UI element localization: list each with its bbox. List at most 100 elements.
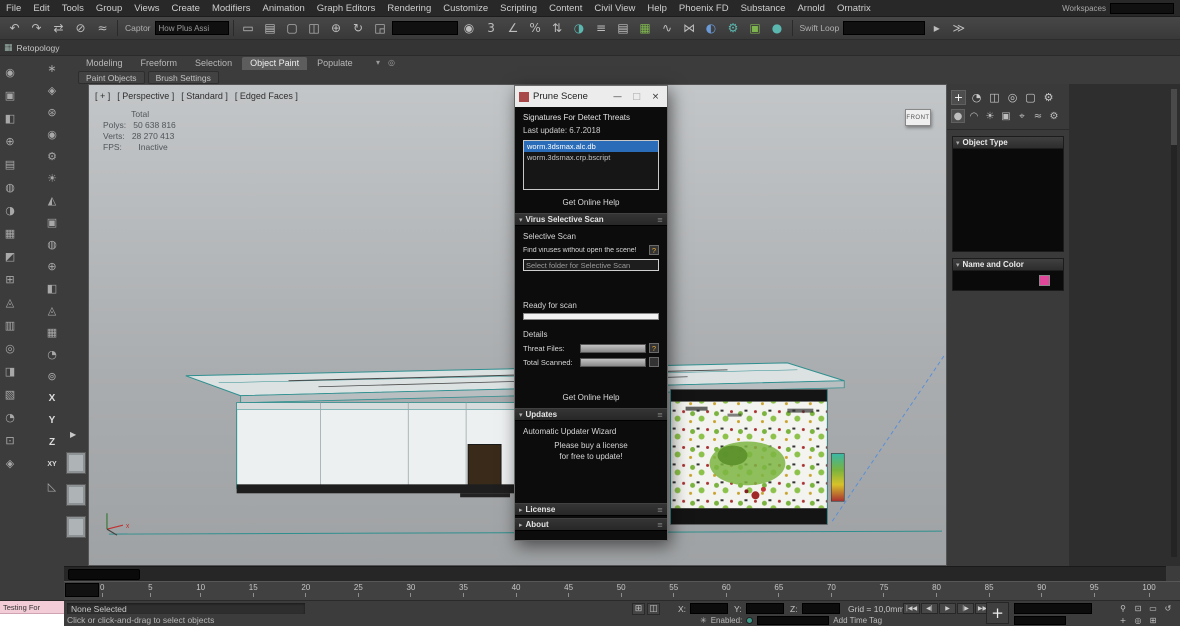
snap-toggle-icon[interactable]: 3 (481, 18, 502, 38)
systems-category-icon[interactable]: ⚙ (1047, 109, 1061, 123)
menu-item[interactable]: Ornatrix (831, 0, 877, 16)
panel-flyout-arrow-icon[interactable]: ▶ (70, 430, 76, 439)
frame-tick[interactable]: 35 (459, 583, 468, 597)
menu-item[interactable]: Animation (257, 0, 311, 16)
viewport-layout-tab[interactable] (66, 484, 86, 506)
help-button[interactable]: ? (649, 343, 659, 353)
frame-tick[interactable]: 55 (669, 583, 678, 597)
listener-macro-line[interactable]: Testing For (0, 601, 64, 613)
left-tool-icon[interactable]: ▧ (2, 386, 19, 403)
ribbon-dropdown-icon[interactable]: ▾ (372, 57, 384, 68)
close-button[interactable]: × (648, 90, 663, 104)
frame-tick[interactable]: 45 (564, 583, 573, 597)
current-time-field[interactable] (1014, 603, 1092, 614)
graffiti-wall[interactable] (671, 390, 828, 524)
percent-snap-icon[interactable]: % (525, 18, 546, 38)
left-tool-icon[interactable]: ⊡ (2, 432, 19, 449)
select-scale-icon[interactable]: ◲ (370, 18, 391, 38)
select-object-icon[interactable]: ▭ (238, 18, 259, 38)
crossing-selection-icon[interactable]: ◫ (304, 18, 325, 38)
select-rotate-icon[interactable]: ↻ (348, 18, 369, 38)
updates-section-header[interactable]: ▾ Updates ≡ (515, 408, 667, 421)
dialog-titlebar[interactable]: Prune Scene — □ × (515, 86, 667, 107)
frame-tick[interactable]: 20 (301, 583, 310, 597)
viewport-label-part[interactable]: [ Edged Faces ] (235, 91, 298, 101)
lights-category-icon[interactable]: ☀ (983, 109, 997, 123)
layer-manager-icon[interactable]: ▤ (613, 18, 634, 38)
signature-item[interactable]: worm.3dsmax.alc.db (524, 141, 658, 152)
help-button[interactable]: ? (649, 245, 659, 255)
time-configuration-field[interactable] (1014, 616, 1066, 625)
left-tool-icon[interactable]: ⊕ (2, 133, 19, 150)
left-tool-icon[interactable]: ⊕ (44, 258, 61, 275)
frame-tick[interactable]: 40 (512, 583, 521, 597)
get-online-help-link[interactable]: Get Online Help (523, 393, 659, 402)
left-tool-icon[interactable]: ◑ (2, 202, 19, 219)
left-tool-icon[interactable]: ◉ (2, 64, 19, 81)
maximize-viewport-icon[interactable]: ⊞ (1146, 615, 1160, 625)
frame-tick[interactable]: 95 (1090, 583, 1099, 597)
shapes-category-icon[interactable]: ◠ (967, 109, 981, 123)
menu-item[interactable]: Scripting (494, 0, 543, 16)
frame-tick[interactable]: 80 (932, 583, 941, 597)
frame-tick[interactable]: 90 (1037, 583, 1046, 597)
edit-tool-icon[interactable]: ◺ (44, 478, 61, 495)
fov-icon[interactable]: ◎ (1131, 615, 1145, 625)
play-button[interactable]: ▶ (939, 603, 956, 614)
modifier-set-dropdown[interactable] (843, 21, 925, 35)
frame-tick[interactable]: 75 (880, 583, 889, 597)
frame-tick[interactable]: 0 (100, 583, 104, 597)
motion-tab-icon[interactable]: ◎ (1005, 90, 1020, 105)
coordinate-system-dropdown[interactable] (392, 21, 458, 35)
orbit-icon[interactable]: ↺ (1161, 603, 1175, 613)
menu-item[interactable]: Modifiers (206, 0, 257, 16)
left-tool-icon[interactable]: ▣ (44, 214, 61, 231)
frame-tick[interactable]: 60 (722, 583, 731, 597)
menu-item[interactable]: Customize (437, 0, 494, 16)
zoom-extents-icon[interactable]: ▭ (1146, 603, 1160, 613)
left-tool-icon[interactable]: ◧ (2, 110, 19, 127)
curve-editor-icon[interactable]: ∿ (657, 18, 678, 38)
key-mode-toggle[interactable]: + (986, 602, 1009, 624)
help-button[interactable] (649, 357, 659, 367)
ribbon-subtab[interactable]: Paint Objects (78, 71, 145, 84)
menu-item[interactable]: Rendering (381, 0, 437, 16)
spacewarps-category-icon[interactable]: ≈ (1031, 109, 1045, 123)
previous-frame-button[interactable]: ◀| (921, 603, 938, 614)
absolute-offset-icon[interactable]: ◫ (647, 603, 660, 615)
name-color-header[interactable]: ▾ Name and Color (952, 258, 1064, 271)
create-tab-icon[interactable]: + (951, 90, 966, 105)
workspaces-selector[interactable]: Workspaces (1062, 3, 1180, 14)
license-section-header[interactable]: ▸ License ≡ (515, 503, 667, 516)
material-editor-icon[interactable]: ◐ (701, 18, 722, 38)
frame-tick[interactable]: 65 (774, 583, 783, 597)
align-icon[interactable]: ≡ (591, 18, 612, 38)
next-frame-button[interactable]: |▶ (957, 603, 974, 614)
left-tool-icon[interactable]: ◎ (2, 340, 19, 357)
left-tool-icon[interactable]: ◭ (44, 192, 61, 209)
left-tool-icon[interactable]: ⚙ (44, 148, 61, 165)
left-tool-icon[interactable]: ▥ (2, 317, 19, 334)
select-link-icon[interactable]: ⇄ (48, 18, 69, 38)
select-move-icon[interactable]: ⊕ (326, 18, 347, 38)
menu-item[interactable]: Group (90, 0, 128, 16)
flyout-arrow-icon[interactable]: ▸ (926, 18, 947, 38)
left-tool-icon[interactable]: ◉ (44, 126, 61, 143)
selection-lock-icon[interactable]: ⊞ (632, 603, 645, 615)
left-tool-icon[interactable]: ⊞ (2, 271, 19, 288)
menu-item[interactable]: Edit (27, 0, 55, 16)
enabled-icon[interactable]: ✳ (700, 616, 707, 625)
left-tool-icon[interactable]: ◩ (2, 248, 19, 265)
track-bar[interactable] (64, 566, 1166, 581)
menu-item[interactable]: Views (128, 0, 165, 16)
signatures-list[interactable]: worm.3dsmax.alc.dbworm.3dsmax.crp.bscrip… (523, 140, 659, 190)
menu-item[interactable]: Arnold (791, 0, 830, 16)
bind-spacewarp-icon[interactable]: ≈ (92, 18, 113, 38)
mirror-icon[interactable]: ◑ (569, 18, 590, 38)
left-tool-icon[interactable]: ▣ (2, 87, 19, 104)
left-tool-icon[interactable]: ◬ (2, 294, 19, 311)
angle-snap-icon[interactable]: ∠ (503, 18, 524, 38)
render-setup-icon[interactable]: ⚙ (723, 18, 744, 38)
scrollbar-thumb[interactable] (1171, 89, 1177, 145)
frame-tick[interactable]: 10 (196, 583, 205, 597)
